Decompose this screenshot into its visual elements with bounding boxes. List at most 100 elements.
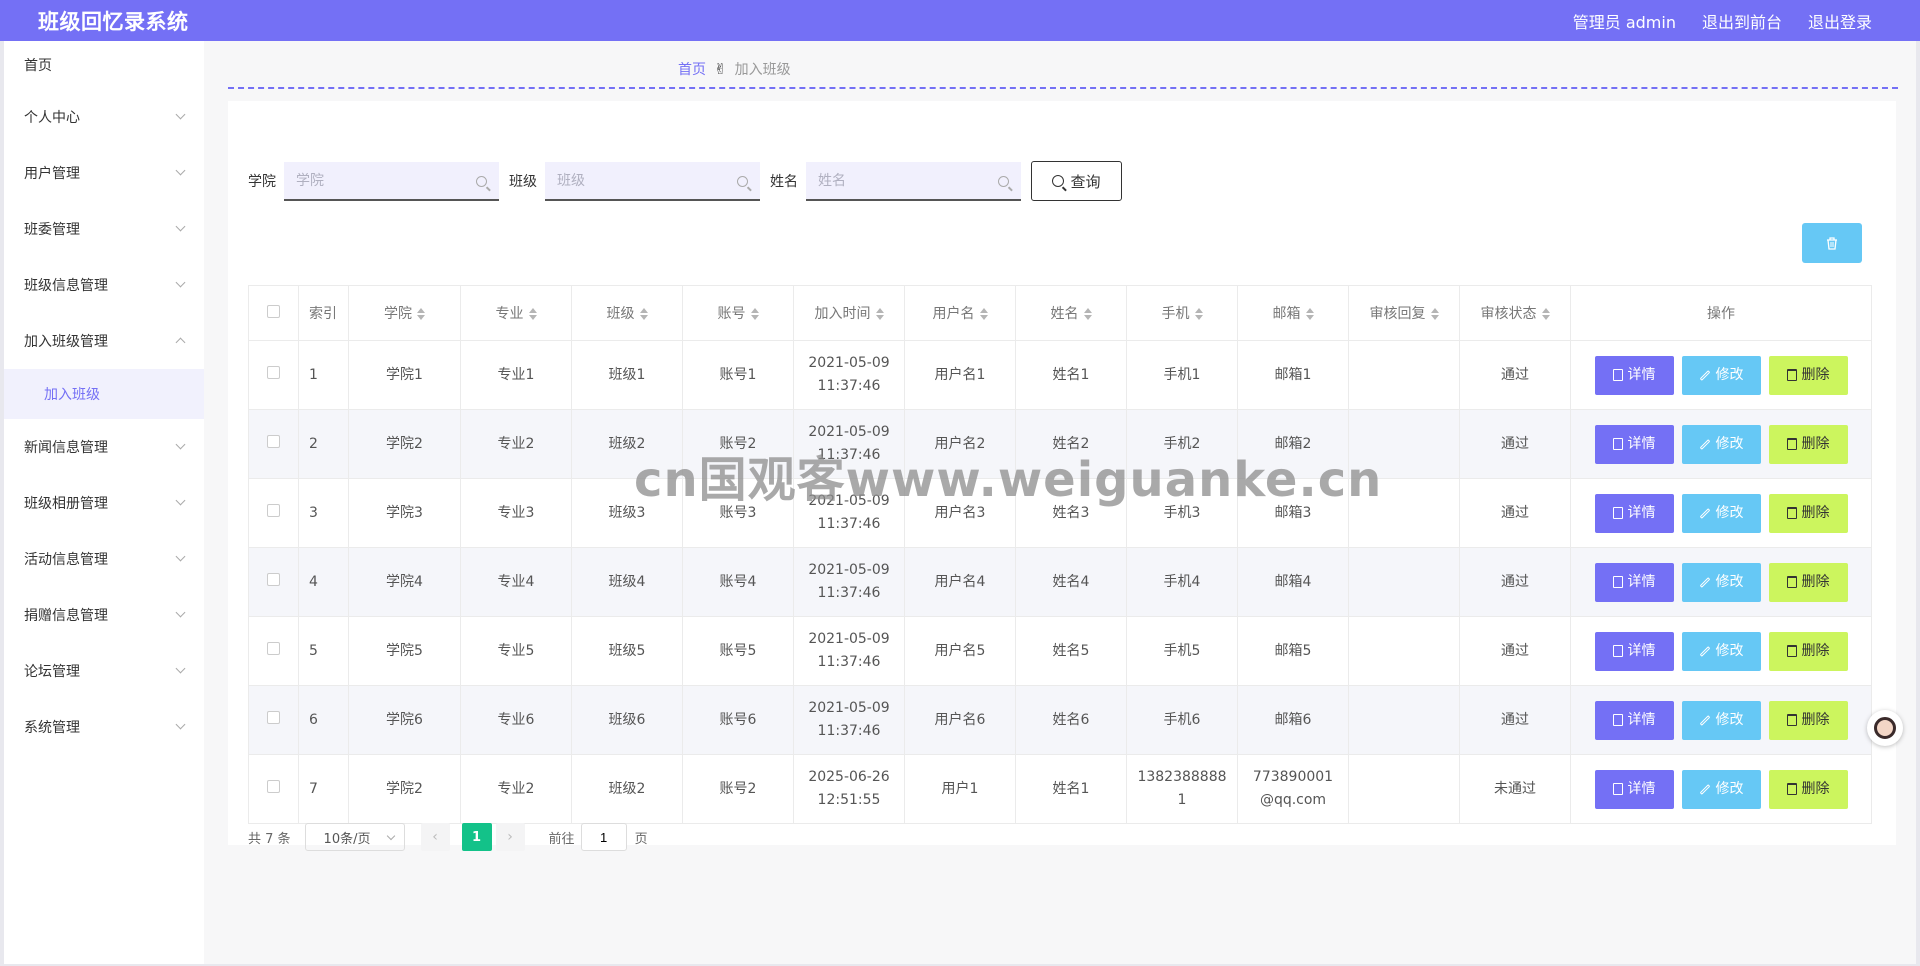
header-phone[interactable]: 手机 [1126, 285, 1238, 341]
join-date: 2021-05-09 [808, 562, 890, 578]
delete-button[interactable]: 删除 [1768, 631, 1848, 671]
detail-button[interactable]: 详情 [1594, 700, 1674, 740]
sidebar-item-forum[interactable]: 论坛管理 [4, 643, 204, 699]
edit-button[interactable]: 修改 [1681, 769, 1761, 809]
sidebar-item-activity[interactable]: 活动信息管理 [4, 531, 204, 587]
delete-button[interactable]: 删除 [1768, 355, 1848, 395]
cell-class: 班级2 [571, 409, 683, 479]
delete-button[interactable]: 删除 [1768, 769, 1848, 809]
exit-to-front-link[interactable]: 退出到前台 [1702, 9, 1782, 33]
sidebar-item-news[interactable]: 新闻信息管理 [4, 419, 204, 475]
delete-label: 删除 [1801, 711, 1830, 728]
admin-label[interactable]: 管理员 admin [1573, 9, 1676, 33]
row-checkbox[interactable] [267, 572, 280, 586]
search-icon [476, 175, 487, 187]
row-checkbox[interactable] [267, 434, 280, 448]
row-select-cell [248, 685, 299, 755]
sidebar-item-label: 个人中心 [24, 110, 80, 126]
edit-button[interactable]: 修改 [1681, 562, 1761, 602]
sort-icon[interactable] [1083, 308, 1092, 320]
sort-icon[interactable] [528, 308, 537, 320]
header-username[interactable]: 用户名 [904, 285, 1016, 341]
detail-button[interactable]: 详情 [1594, 493, 1674, 533]
edit-button[interactable]: 修改 [1681, 355, 1761, 395]
class-label: 班级 [509, 174, 537, 190]
header-name[interactable]: 姓名 [1015, 285, 1127, 341]
sort-icon[interactable] [1430, 308, 1439, 320]
next-page-button[interactable]: › [495, 823, 525, 851]
header-account[interactable]: 账号 [682, 285, 794, 341]
select-all-checkbox[interactable] [267, 304, 280, 318]
header-join-time[interactable]: 加入时间 [793, 285, 905, 341]
cell-email: 773890001@qq.com [1237, 754, 1349, 824]
sort-icon[interactable] [1541, 308, 1550, 320]
header-review-reply[interactable]: 审核回复 [1348, 285, 1460, 341]
sidebar-item-class-info[interactable]: 班级信息管理 [4, 257, 204, 313]
class-input[interactable] [557, 172, 727, 188]
header-major[interactable]: 专业 [460, 285, 572, 341]
sidebar-item-user-management[interactable]: 用户管理 [4, 145, 204, 201]
sidebar-item-home[interactable]: 首页 [4, 41, 204, 89]
edit-button[interactable]: 修改 [1681, 700, 1761, 740]
sort-icon[interactable] [1194, 308, 1203, 320]
sort-icon[interactable] [417, 308, 425, 320]
chevron-down-icon [175, 663, 186, 674]
header-email[interactable]: 邮箱 [1237, 285, 1349, 341]
sidebar-item-personal-center[interactable]: 个人中心 [4, 89, 204, 145]
join-date: 2021-05-09 [808, 493, 890, 509]
row-checkbox[interactable] [267, 710, 280, 724]
sidebar-subitem-join-class[interactable]: 加入班级 [4, 369, 204, 419]
sort-icon[interactable] [875, 308, 884, 320]
sidebar-item-donation[interactable]: 捐赠信息管理 [4, 587, 204, 643]
header-class[interactable]: 班级 [571, 285, 683, 341]
sort-icon[interactable] [750, 308, 759, 320]
delete-button[interactable]: 删除 [1768, 424, 1848, 464]
sidebar-item-label: 班级信息管理 [24, 278, 108, 294]
header-label: 手机 [1161, 306, 1190, 322]
goto-page-input[interactable] [580, 823, 627, 851]
detail-button[interactable]: 详情 [1594, 355, 1674, 395]
row-checkbox[interactable] [267, 779, 280, 793]
row-checkbox[interactable] [267, 641, 280, 655]
sort-icon[interactable] [1305, 308, 1314, 320]
sidebar-item-join-class-management[interactable]: 加入班级管理 [4, 313, 204, 369]
header-college[interactable]: 学院 [348, 285, 461, 341]
delete-button[interactable]: 删除 [1768, 493, 1848, 533]
name-input[interactable] [818, 172, 988, 188]
edit-button[interactable]: 修改 [1681, 631, 1761, 671]
query-button[interactable]: 查询 [1031, 161, 1122, 201]
delete-label: 删除 [1801, 780, 1830, 797]
sidebar-item-class-committee[interactable]: 班委管理 [4, 201, 204, 257]
header-review-status[interactable]: 审核状态 [1459, 285, 1571, 341]
trash-icon [1786, 714, 1797, 726]
chevron-down-icon [175, 221, 186, 232]
sort-icon[interactable] [639, 308, 648, 320]
delete-button[interactable]: 删除 [1768, 562, 1848, 602]
detail-label: 详情 [1627, 573, 1656, 590]
delete-button[interactable]: 删除 [1768, 700, 1848, 740]
cell-email: 邮箱1 [1237, 340, 1349, 410]
detail-button[interactable]: 详情 [1594, 424, 1674, 464]
sort-icon[interactable] [979, 308, 988, 320]
edit-icon [1699, 438, 1710, 450]
page-number-current[interactable]: 1 [461, 823, 492, 851]
edit-button[interactable]: 修改 [1681, 493, 1761, 533]
logout-link[interactable]: 退出登录 [1808, 9, 1872, 33]
page-size-select[interactable]: 10条/页 [304, 823, 405, 851]
breadcrumb-home[interactable]: 首页 [678, 59, 706, 79]
sidebar-item-album[interactable]: 班级相册管理 [4, 475, 204, 531]
edit-button[interactable]: 修改 [1681, 424, 1761, 464]
prev-page-button[interactable]: ‹ [420, 823, 450, 851]
batch-delete-button[interactable] [1802, 223, 1862, 263]
college-input[interactable] [296, 172, 466, 188]
cell-major: 专业1 [460, 340, 572, 410]
cell-index: 5 [298, 616, 349, 686]
cell-username: 用户名6 [904, 685, 1016, 755]
sidebar-item-system[interactable]: 系统管理 [4, 699, 204, 755]
row-checkbox[interactable] [267, 365, 280, 379]
detail-button[interactable]: 详情 [1594, 631, 1674, 671]
row-checkbox[interactable] [267, 503, 280, 517]
assistant-avatar[interactable] [1867, 710, 1903, 746]
detail-button[interactable]: 详情 [1594, 769, 1674, 809]
detail-button[interactable]: 详情 [1594, 562, 1674, 602]
